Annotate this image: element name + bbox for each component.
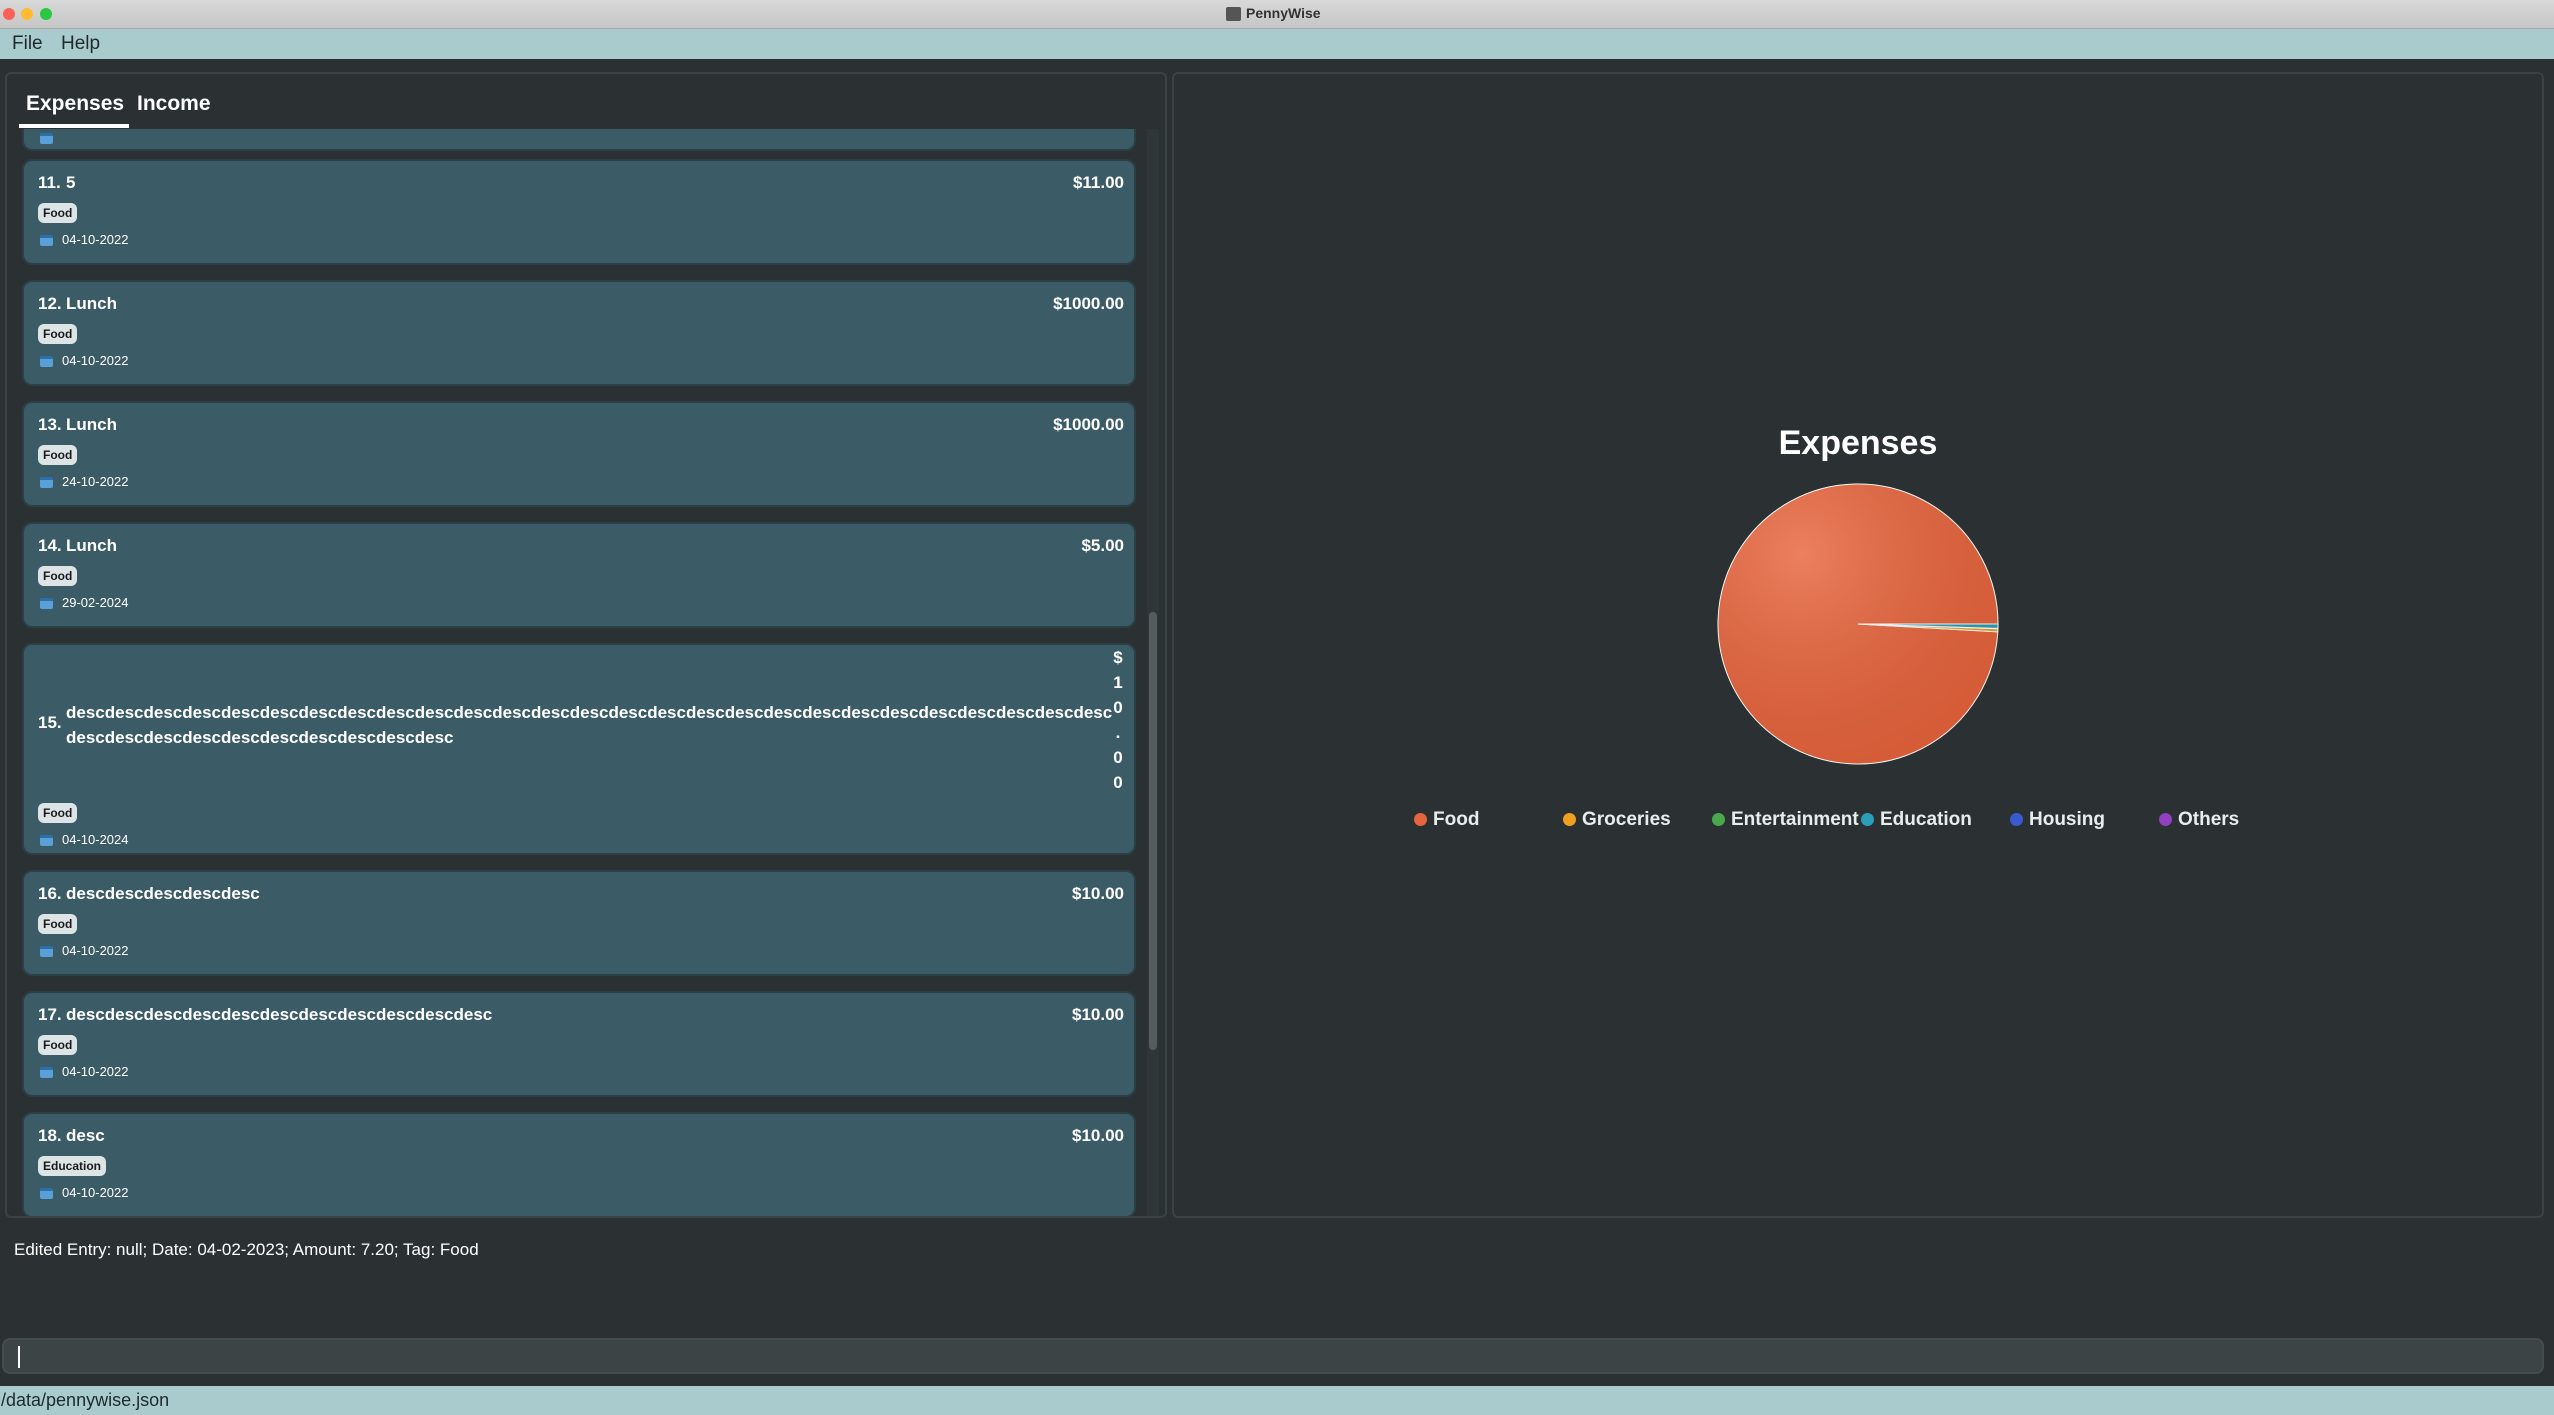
pie-chart [1717, 483, 1999, 765]
entry-tag: Food [38, 566, 78, 586]
entry-index: 17. [38, 1005, 62, 1024]
list-item[interactable]: 15. descdescdescdescdescdescdescdescdesc… [22, 643, 1136, 855]
list-item[interactable]: 16. descdescdescdescdesc $10.00 Food 04-… [22, 870, 1136, 976]
legend-item-housing: Housing [2010, 809, 2105, 831]
calendar-icon [40, 946, 53, 957]
legend-swatch [1414, 813, 1427, 827]
calendar-icon [40, 1188, 53, 1199]
entry-amount: $ 1 0 . 0 0 [1113, 648, 1123, 792]
list-item[interactable]: 18. desc $10.00 Education 04-10-2022 [22, 1112, 1136, 1216]
entry-description: Lunch [66, 415, 117, 434]
list-item[interactable]: 13. Lunch $1000.00 Food 24-10-2022 [22, 401, 1136, 507]
app-icon [1226, 7, 1241, 21]
legend-swatch [1563, 813, 1576, 827]
entry-description: descdescdescdescdesc [66, 884, 260, 903]
close-window-button[interactable] [3, 8, 15, 20]
status-bar: /data/pennywise.json [0, 1386, 2554, 1415]
entry-index: 13. [38, 415, 62, 434]
calendar-icon [40, 356, 53, 367]
entry-date: 04-10-2022 [62, 943, 129, 958]
legend-item-food: Food [1414, 809, 1479, 831]
calendar-icon [40, 1067, 53, 1078]
legend-swatch [2010, 813, 2023, 827]
entry-tag: Education [38, 1156, 107, 1176]
entry-amount: $1000.00 [1053, 294, 1124, 313]
window-titlebar: PennyWise [0, 0, 2554, 29]
entry-description: descdescdescdescdescdescdescdescdescdesc… [66, 703, 1113, 747]
legend-item-education: Education [1861, 809, 1972, 831]
entry-description: 5 [66, 173, 76, 192]
entry-amount: $10.00 [1072, 884, 1124, 903]
tab-income[interactable]: Income [137, 92, 211, 116]
entry-index: 18. [38, 1126, 62, 1145]
entry-date: 29-02-2024 [62, 595, 129, 610]
list-item[interactable]: 17. descdescdescdescdescdescdescdescdesc… [22, 991, 1136, 1097]
entry-date: 24-10-2022 [62, 474, 129, 489]
legend-item-groceries: Groceries [1563, 809, 1671, 831]
maximize-window-button[interactable] [40, 8, 52, 20]
entry-tag: Food [38, 914, 78, 934]
entry-date: 04-10-2022 [62, 232, 129, 247]
data-file-path: /data/pennywise.json [1, 1390, 170, 1410]
legend-swatch [2159, 813, 2172, 827]
calendar-icon [40, 235, 53, 246]
entry-index: 16. [38, 884, 62, 903]
entry-description: descdescdescdescdescdescdescdescdescdesc… [66, 1005, 493, 1024]
legend-item-entertainment: Entertainment [1712, 809, 1859, 831]
entry-amount: $11.00 [1072, 173, 1124, 192]
list-item[interactable]: 14. Lunch $5.00 Food 29-02-2024 [22, 522, 1136, 628]
list-item[interactable]: 11. 5 $11.00 Food 04-10-2022 [22, 159, 1136, 265]
calendar-icon [40, 835, 53, 846]
active-tab-indicator [19, 124, 129, 128]
entry-list[interactable]: 11. 5 $11.00 Food 04-10-2022 12. Lunch $… [22, 129, 1142, 1216]
menu-help[interactable]: Help [61, 33, 100, 55]
entry-index: 11. [38, 173, 61, 192]
legend-item-others: Others [2159, 809, 2239, 831]
chart-panel: Expenses Food Groceries Entertainment Ed… [1172, 72, 2544, 1218]
window-title: PennyWise [1246, 5, 1321, 21]
entry-index: 14. [38, 536, 62, 555]
tab-expenses[interactable]: Expenses [26, 92, 124, 116]
legend-swatch [1861, 813, 1874, 827]
entry-date: 04-10-2024 [62, 832, 129, 847]
entry-tag: Food [38, 803, 78, 823]
calendar-icon [40, 477, 53, 488]
calendar-icon [40, 598, 53, 609]
entry-tag: Food [38, 1035, 78, 1055]
legend-swatch [1712, 813, 1725, 827]
entry-date: 04-10-2022 [62, 1064, 129, 1079]
minimize-window-button[interactable] [21, 8, 33, 20]
entry-tag: Food [38, 203, 78, 223]
entry-amount: $10.00 [1072, 1005, 1124, 1024]
entry-amount: $1000.00 [1053, 415, 1124, 434]
menu-file[interactable]: File [12, 33, 43, 55]
calendar-icon [40, 133, 53, 144]
list-item[interactable]: 12. Lunch $1000.00 Food 04-10-2022 [22, 280, 1136, 386]
entry-date: 04-10-2022 [62, 1185, 129, 1200]
list-item[interactable] [22, 129, 1136, 151]
entry-amount: $10.00 [1072, 1126, 1124, 1145]
entry-index: 12. [38, 294, 62, 313]
entry-description: Lunch [66, 536, 117, 555]
entry-date: 04-10-2022 [62, 353, 129, 368]
entry-amount: $5.00 [1081, 536, 1124, 555]
entry-description: desc [66, 1126, 105, 1145]
entry-index: 15. [38, 713, 62, 732]
list-scrollbar-thumb[interactable] [1149, 612, 1157, 1050]
result-message: Edited Entry: null; Date: 04-02-2023; Am… [14, 1240, 479, 1259]
entry-description: Lunch [66, 294, 117, 313]
entry-tag: Food [38, 445, 78, 465]
menu-bar: File Help [0, 29, 2554, 59]
entry-list-panel: Expenses Income 11. 5 $11.00 Food 04-10-… [5, 72, 1167, 1218]
text-caret [18, 1346, 20, 1368]
command-input[interactable] [2, 1338, 2544, 1374]
entry-tag: Food [38, 324, 78, 344]
